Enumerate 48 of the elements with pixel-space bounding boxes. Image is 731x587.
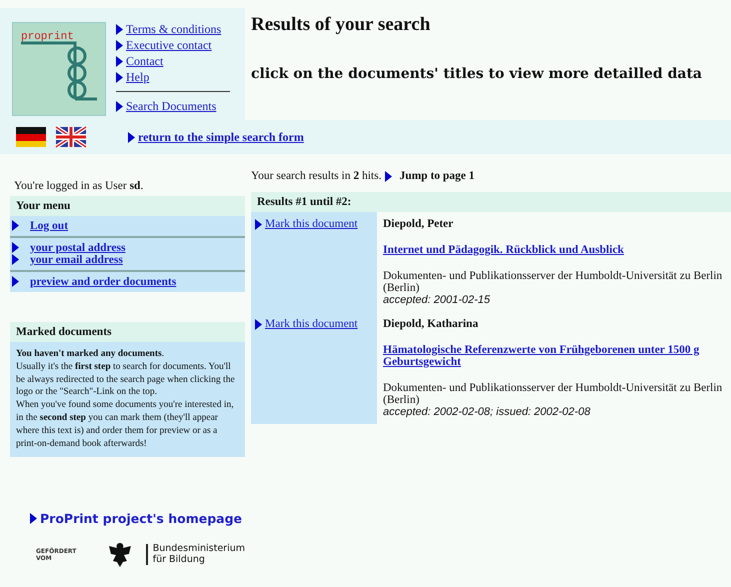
author-name: Diepold, Peter [383, 218, 454, 230]
german-flag-icon[interactable] [14, 125, 48, 149]
results-summary: Your search results in 2 hits. [251, 170, 382, 182]
homepage-link[interactable]: ProPrint project's homepage [40, 510, 242, 526]
search-documents-link[interactable]: Search Documents [126, 99, 216, 114]
results-header: Results #1 until #2: [251, 192, 731, 212]
nav-link[interactable]: Contact [126, 54, 164, 69]
publisher-text: Dokumenten- und Publikationsserver der Humboldt-Universität zu Berlin (Berlin) [383, 270, 724, 294]
arrow-icon [385, 170, 392, 182]
menu-link[interactable]: your postal address [30, 242, 126, 254]
document-dates: accepted: 2001-02-15 [383, 294, 492, 306]
arrow-icon [12, 220, 19, 231]
ministry-name: Bundesministerium [152, 544, 245, 554]
help-paragraph: Usually it's the first step to search for documents. You'll be always redirected to the search page when clicking the logo or the "Search"-Link on the top. [16, 360, 236, 400]
logo[interactable]: proprint [12, 22, 106, 116]
help-paragraph: When you've found some documents you're interested in, in the second step you can mark them (they'll appear where this text is) and order them for preview or as a print-on-demand book afterwards! [16, 399, 235, 450]
return-link[interactable]: return to the simple search form [138, 130, 304, 144]
mark-document-link[interactable]: Mark this document [265, 318, 358, 330]
arrow-icon [116, 72, 123, 83]
publisher-text: Dokumenten- und Publikationsserver der Humboldt-Universität zu Berlin (Berlin) [383, 382, 724, 406]
nav-link[interactable]: Terms & conditions [126, 22, 222, 37]
ministry-name: für Bildung [152, 554, 206, 566]
arrow-icon [128, 132, 135, 142]
nav-link[interactable]: Executive contact [126, 38, 212, 53]
mark-document-link[interactable]: Mark this document [265, 218, 358, 230]
jump-link[interactable]: Jump to page 1 [399, 170, 475, 182]
document-title-link[interactable]: Internet und Pädagogik. Rückblick und Ausblick [383, 244, 727, 256]
arrow-icon [30, 512, 37, 524]
document-dates: accepted: 2002-02-08; issued: 2002-02-08 [383, 406, 592, 418]
menu-link[interactable]: your email address [30, 254, 123, 266]
arrow-icon [255, 218, 262, 230]
arrow-icon [116, 56, 123, 67]
arrow-icon [12, 276, 19, 287]
arrow-icon [116, 24, 123, 35]
arrow-icon [116, 40, 123, 51]
document-title-link[interactable]: Hämatologische Referenzwerte von Frühgeborenen unter 1500 g Geburtsgewicht [383, 344, 727, 368]
arrow-icon [255, 318, 262, 330]
page-subheading: click on the documents' titles to view more detailled data [251, 66, 703, 82]
page-heading: Results of your search [251, 14, 432, 36]
arrow-icon [116, 101, 123, 112]
menu-header: Your menu [10, 196, 245, 216]
help-paragraph: You haven't marked any documents. [16, 348, 166, 361]
author-name: Diepold, Katharina [383, 318, 480, 330]
nav-link[interactable]: Help [126, 70, 150, 85]
login-status: You're logged in as User sd. [14, 180, 144, 192]
menu-link[interactable]: Log out [30, 220, 68, 232]
marked-header: Marked documents [10, 322, 245, 342]
uk-flag-icon[interactable] [54, 125, 88, 149]
